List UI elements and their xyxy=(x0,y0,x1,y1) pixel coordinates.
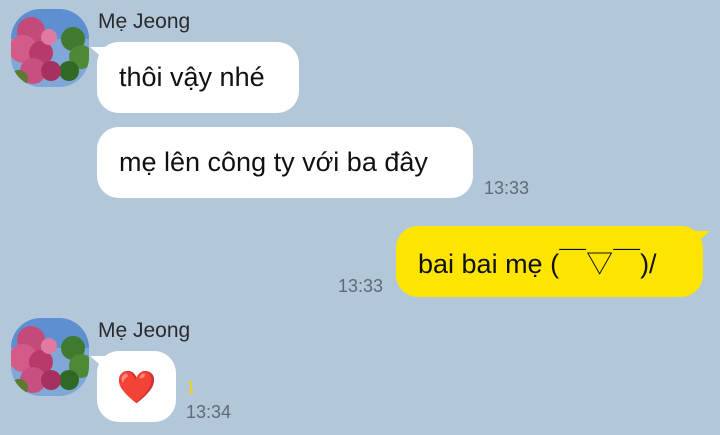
message-bubble[interactable]: thôi vậy nhé xyxy=(90,42,299,113)
unread-count: 1 xyxy=(186,378,196,397)
emoji-message-bubble[interactable]: ❤️ xyxy=(90,351,176,422)
sender-avatar[interactable] xyxy=(11,9,89,87)
message-text: mẹ lên công ty với ba đây xyxy=(119,147,428,177)
red-heart-icon: ❤️ xyxy=(116,367,157,406)
message-bubble[interactable]: mẹ lên công ty với ba đây xyxy=(97,127,473,198)
outgoing-message-bubble[interactable]: bai bai mẹ (￣▽￣)/ xyxy=(396,226,710,297)
message-time: 13:33 xyxy=(484,178,530,198)
sender-avatar[interactable] xyxy=(11,318,89,396)
avatar-photo-icon xyxy=(11,9,89,87)
avatar-photo-icon xyxy=(11,318,89,396)
message-time: 13:33 xyxy=(338,276,384,296)
sender-name: Mẹ Jeong xyxy=(98,10,191,33)
message-text: thôi vậy nhé xyxy=(119,62,265,92)
message-time: 13:34 xyxy=(186,402,232,422)
sender-name: Mẹ Jeong xyxy=(98,319,191,342)
message-text: bai bai mẹ (￣▽￣)/ xyxy=(418,249,657,279)
